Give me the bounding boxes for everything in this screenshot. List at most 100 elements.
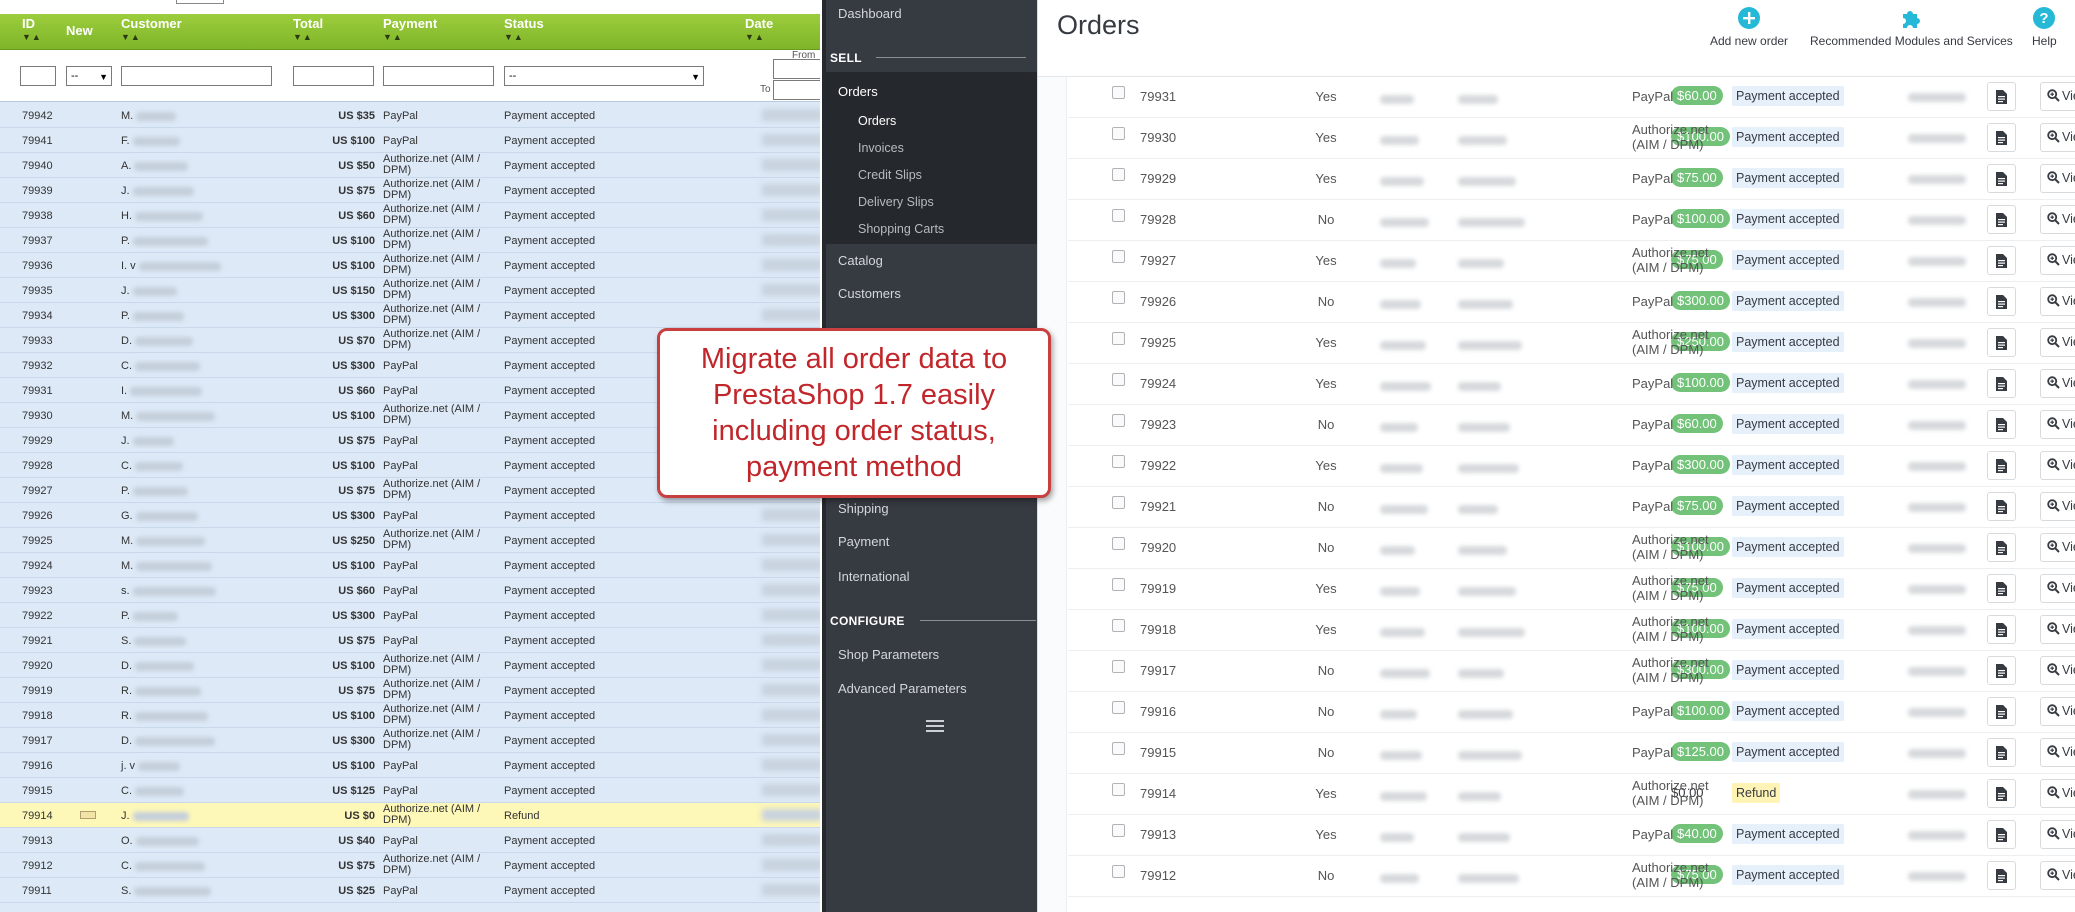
source-table-row[interactable]: 79939 J. US $75 Authorize.net (AIM / DPM) P… (0, 178, 820, 203)
view-button[interactable]: View (2040, 656, 2075, 685)
row-checkbox[interactable] (1112, 783, 1125, 796)
header-customer[interactable]: Customer ▼▲ (121, 16, 182, 42)
row-checkbox[interactable] (1112, 660, 1125, 673)
view-button[interactable]: View (2040, 451, 2075, 480)
status-badge[interactable]: Payment accepted (1732, 291, 1844, 311)
invoice-button[interactable] (1987, 328, 2016, 357)
order-row[interactable]: 79931Yes$60.00PayPalPayment acceptedView (1068, 77, 2075, 118)
view-button[interactable]: View (2040, 410, 2075, 439)
sort-arrows-icon[interactable]: ▼▲ (293, 32, 323, 42)
view-button[interactable]: View (2040, 820, 2075, 849)
row-checkbox[interactable] (1112, 496, 1125, 509)
source-table-row[interactable]: 79938 H. US $60 Authorize.net (AIM / DPM) P… (0, 203, 820, 228)
sidebar-sub-orders[interactable]: Orders (858, 114, 896, 128)
source-table-row[interactable]: 79934 P. US $300 Authorize.net (AIM / DPM)… (0, 303, 820, 328)
status-badge[interactable]: Payment accepted (1732, 742, 1844, 762)
source-table-row[interactable]: 79924 M. US $100 PayPal Payment accepted (0, 553, 820, 578)
order-row[interactable]: 79925 Yes $250.00 Authorize.net (AIM / DPM)… (1068, 323, 2075, 364)
row-checkbox[interactable] (1112, 373, 1125, 386)
row-checkbox[interactable] (1112, 168, 1125, 181)
invoice-button[interactable] (1987, 697, 2016, 726)
invoice-button[interactable] (1987, 615, 2016, 644)
help-button[interactable]: ? Help (2032, 6, 2057, 48)
invoice-button[interactable] (1987, 205, 2016, 234)
order-row[interactable]: 79929Yes$75.00PayPalPayment acceptedView (1068, 159, 2075, 200)
source-table-row[interactable]: 79935 J. US $150 Authorize.net (AIM / DPM)… (0, 278, 820, 303)
source-table-row[interactable]: 79942 M. US $35 PayPal Payment accepted (0, 103, 820, 128)
sidebar-sub-credit-slips[interactable]: Credit Slips (858, 168, 922, 182)
row-checkbox[interactable] (1112, 701, 1125, 714)
source-table-row[interactable]: 79925 M. US $250 Authorize.net (AIM / DPM)… (0, 528, 820, 553)
source-table-row[interactable]: 79922 P. US $300 PayPal Payment accepted (0, 603, 820, 628)
view-button[interactable]: View (2040, 779, 2075, 808)
order-row[interactable]: 79923No$60.00PayPalPayment acceptedView (1068, 405, 2075, 446)
source-table-row[interactable]: 79915 C. US $125 PayPal Payment accepted (0, 778, 820, 803)
row-checkbox[interactable] (1112, 127, 1125, 140)
invoice-button[interactable] (1987, 164, 2016, 193)
sort-arrows-icon[interactable]: ▼▲ (22, 32, 42, 42)
row-checkbox[interactable] (1112, 742, 1125, 755)
invoice-button[interactable] (1987, 779, 2016, 808)
order-row[interactable]: 79921No$75.00PayPalPayment acceptedView (1068, 487, 2075, 528)
source-table-row[interactable]: 79920 D. US $100 Authorize.net (AIM / DPM)… (0, 653, 820, 678)
source-table-row[interactable]: 79912 C. US $75 Authorize.net (AIM / DPM) P… (0, 853, 820, 878)
source-table-row[interactable]: 79919 R. US $75 Authorize.net (AIM / DPM) P… (0, 678, 820, 703)
recommended-modules-button[interactable]: Recommended Modules and Services (1810, 6, 2013, 48)
sort-arrows-icon[interactable]: ▼▲ (504, 32, 544, 42)
view-button[interactable]: View (2040, 164, 2075, 193)
order-row[interactable]: 79926No$300.00PayPalPayment acceptedView (1068, 282, 2075, 323)
filter-new-select[interactable]: -- (66, 66, 112, 86)
sidebar-sub-delivery-slips[interactable]: Delivery Slips (858, 195, 934, 209)
order-row[interactable]: 79918 Yes $100.00 Authorize.net (AIM / DPM)… (1068, 610, 2075, 651)
source-table-row[interactable]: 79911 S. US $25 PayPal Payment accepted (0, 878, 820, 903)
order-row[interactable]: 79924Yes$100.00PayPalPayment acceptedVie… (1068, 364, 2075, 405)
row-checkbox[interactable] (1112, 578, 1125, 591)
invoice-button[interactable] (1987, 246, 2016, 275)
invoice-button[interactable] (1987, 533, 2016, 562)
source-table-row[interactable]: 79921 S. US $75 PayPal Payment accepted (0, 628, 820, 653)
source-table-row[interactable]: 79940 A. US $50 Authorize.net (AIM / DPM) P… (0, 153, 820, 178)
row-checkbox[interactable] (1112, 865, 1125, 878)
invoice-button[interactable] (1987, 123, 2016, 152)
view-button[interactable]: View (2040, 246, 2075, 275)
sidebar-item-catalog[interactable]: Catalog (838, 253, 883, 268)
sidebar-item-international[interactable]: International (838, 569, 910, 584)
sidebar-item-dashboard[interactable]: Dashboard (838, 6, 902, 21)
view-button[interactable]: View (2040, 287, 2075, 316)
view-button[interactable]: View (2040, 492, 2075, 521)
status-badge[interactable]: Payment accepted (1732, 701, 1844, 721)
source-table-row[interactable]: 79917 D. US $300 Authorize.net (AIM / DPM)… (0, 728, 820, 753)
pagination-box[interactable] (176, 0, 224, 4)
view-button[interactable]: View (2040, 123, 2075, 152)
status-badge[interactable]: Payment accepted (1732, 86, 1844, 106)
invoice-button[interactable] (1987, 82, 2016, 111)
row-checkbox[interactable] (1112, 209, 1125, 222)
source-table-row[interactable]: 79936 I. v US $100 Authorize.net (AIM / DP… (0, 253, 820, 278)
status-badge[interactable]: Payment accepted (1732, 537, 1844, 557)
source-table-row[interactable]: 79913 O. US $40 PayPal Payment accepted (0, 828, 820, 853)
order-row[interactable]: 79930 Yes $100.00 Authorize.net (AIM / DPM)… (1068, 118, 2075, 159)
status-badge[interactable]: Payment accepted (1732, 619, 1844, 639)
view-button[interactable]: View (2040, 533, 2075, 562)
source-table-row[interactable]: 79918 R. US $100 Authorize.net (AIM / DPM)… (0, 703, 820, 728)
status-badge[interactable]: Payment accepted (1732, 824, 1844, 844)
invoice-button[interactable] (1987, 410, 2016, 439)
view-button[interactable]: View (2040, 574, 2075, 603)
status-badge[interactable]: Payment accepted (1732, 455, 1844, 475)
status-badge[interactable]: Payment accepted (1732, 250, 1844, 270)
filter-total-input[interactable] (293, 66, 374, 86)
sort-arrows-icon[interactable]: ▼▲ (121, 32, 182, 42)
row-checkbox[interactable] (1112, 619, 1125, 632)
menu-collapse-icon[interactable] (926, 720, 944, 735)
view-button[interactable]: View (2040, 328, 2075, 357)
order-row[interactable]: 79914 Yes $0.00 Authorize.net (AIM / DPM) Re… (1068, 774, 2075, 815)
order-row[interactable]: 79927 Yes $75.00 Authorize.net (AIM / DPM) P… (1068, 241, 2075, 282)
view-button[interactable]: View (2040, 697, 2075, 726)
source-table-row[interactable]: 79937 P. US $100 Authorize.net (AIM / DPM)… (0, 228, 820, 253)
view-button[interactable]: View (2040, 738, 2075, 767)
invoice-button[interactable] (1987, 287, 2016, 316)
order-row[interactable]: 79917 No $300.00 Authorize.net (AIM / DPM) P… (1068, 651, 2075, 692)
order-row[interactable]: 79919 Yes $75.00 Authorize.net (AIM / DPM) P… (1068, 569, 2075, 610)
order-row[interactable]: 79912 No $75.00 Authorize.net (AIM / DPM) Pa… (1068, 856, 2075, 897)
row-checkbox[interactable] (1112, 824, 1125, 837)
